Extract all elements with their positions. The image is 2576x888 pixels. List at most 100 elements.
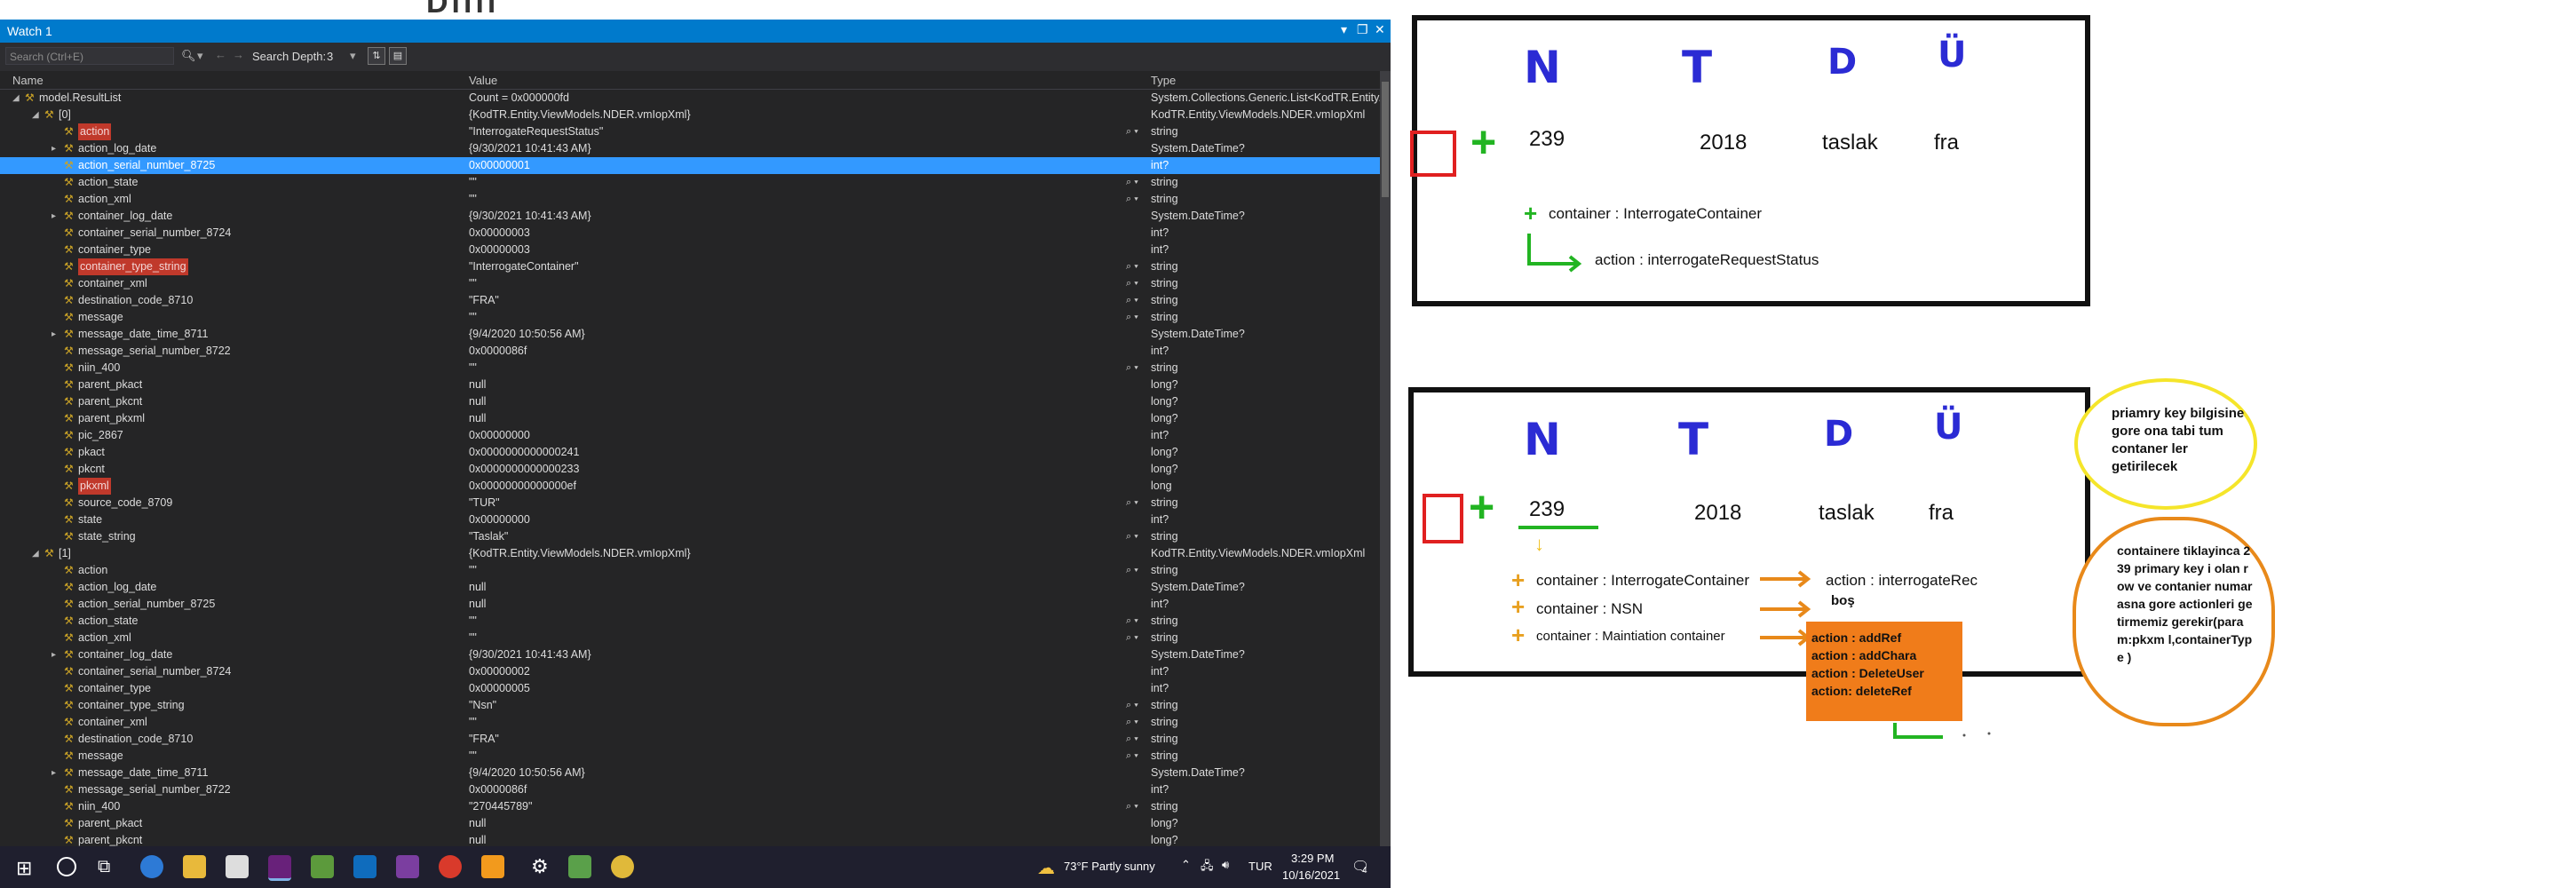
collapse-arrow-icon[interactable]: ◢ [12, 90, 20, 107]
expand-arrow-icon[interactable]: ▸ [52, 140, 56, 157]
watch-row[interactable]: ◢ ⚒ [1] {KodTR.Entity.ViewModels.NDER.vmIop… [0, 545, 1380, 562]
edge-icon[interactable] [140, 855, 163, 878]
search-circle-icon[interactable] [57, 857, 76, 876]
sublime-icon[interactable] [481, 855, 504, 878]
watch-row[interactable]: ▸ ⚒ action_log_date {9/30/2021 10:41:43 AM}… [0, 140, 1380, 157]
watch-row[interactable]: ⚒ action_serial_number_8725 null int? [0, 596, 1380, 613]
row-value[interactable]: null [469, 410, 486, 427]
row-value[interactable]: 0x0000000000000233 [469, 461, 579, 478]
search-depth-value[interactable]: 3 [327, 50, 333, 63]
watch-row[interactable]: ⚒ action "" ⌕ ▾ string [0, 562, 1380, 579]
settings-icon[interactable]: ⚙ [531, 855, 549, 878]
chrome-canary-icon[interactable] [611, 855, 634, 878]
restore-icon[interactable]: ❐ [1357, 22, 1368, 37]
watch-row[interactable]: ⚒ message "" ⌕ ▾ string [0, 309, 1380, 326]
task-view-icon[interactable]: ⧉ [98, 857, 110, 877]
row-value[interactable]: "" [469, 630, 477, 646]
visual-studio-icon[interactable] [268, 855, 291, 881]
watch-row[interactable]: ◢ ⚒ model.ResultList Count = 0x000000fd Syst… [0, 90, 1391, 107]
row-value[interactable]: "InterrogateRequestStatus" [469, 123, 603, 140]
outlook-icon[interactable] [353, 855, 376, 878]
store-icon[interactable] [226, 855, 249, 878]
watch-row[interactable]: ⚒ source_code_8709 "TUR" ⌕ ▾ string [0, 495, 1380, 511]
watch-row[interactable]: ⚒ container_type 0x00000003 int? [0, 242, 1380, 258]
text-visualizer-icon[interactable]: ⌕ ▾ [1126, 495, 1138, 511]
row-value[interactable]: "" [469, 309, 477, 326]
volume-icon[interactable]: 🔊︎ [1222, 858, 1229, 872]
watch-row[interactable]: ⚒ message_serial_number_8722 0x0000086f int… [0, 343, 1380, 360]
watch-row[interactable]: ▸ ⚒ container_log_date {9/30/2021 10:41:43 … [0, 208, 1380, 225]
row-value[interactable]: 0x00000000000000ef [469, 478, 576, 495]
row-value[interactable]: 0x00000002 [469, 663, 530, 680]
watch-row[interactable]: ⚒ pkact 0x0000000000000241 long? [0, 444, 1380, 461]
row-value[interactable]: "" [469, 275, 477, 292]
watch-row[interactable]: ⚒ niin_400 "" ⌕ ▾ string [0, 360, 1380, 377]
row-value[interactable]: "" [469, 360, 477, 377]
text-visualizer-icon[interactable]: ⌕ ▾ [1126, 309, 1138, 326]
row-value[interactable]: {9/30/2021 10:41:43 AM} [469, 208, 591, 225]
row-value[interactable]: null [469, 596, 486, 613]
row-value[interactable]: 0x00000000 [469, 427, 530, 444]
watch-row[interactable]: ⚒ container_serial_number_8724 0x00000003 i… [0, 225, 1380, 242]
forward-arrow-icon[interactable]: → [233, 48, 244, 61]
row-value[interactable]: 0x00000003 [469, 225, 530, 242]
dropdown-icon[interactable]: ▾ [1341, 22, 1347, 37]
row-value[interactable]: {9/4/2020 10:50:56 AM} [469, 765, 585, 781]
text-visualizer-icon[interactable]: ⌕ ▾ [1126, 714, 1138, 731]
text-visualizer-icon[interactable]: ⌕ ▾ [1126, 697, 1138, 714]
watch-row[interactable]: ⚒ state 0x00000000 int? [0, 511, 1380, 528]
text-visualizer-icon[interactable]: ⌕ ▾ [1126, 360, 1138, 377]
row-value[interactable]: "" [469, 748, 477, 765]
clock-time[interactable]: 3:29 PM [1291, 852, 1334, 865]
watch-row[interactable]: ▸ ⚒ message_date_time_8711 {9/4/2020 10:50:… [0, 326, 1380, 343]
onenote-icon[interactable] [396, 855, 419, 878]
column-name[interactable]: Name [12, 74, 44, 87]
row-value[interactable]: "" [469, 714, 477, 731]
row-value[interactable]: null [469, 393, 486, 410]
watch-row[interactable]: ⚒ container_type_string "Nsn" ⌕ ▾ string [0, 697, 1380, 714]
app-icon[interactable] [311, 855, 334, 878]
row-value[interactable]: "TUR" [469, 495, 500, 511]
row-value[interactable]: 0x00000000 [469, 511, 530, 528]
row-value[interactable]: {9/30/2021 10:41:43 AM} [469, 646, 591, 663]
watch-row[interactable]: ⚒ container_type_string "InterrogateContai… [0, 258, 1380, 275]
watch-row[interactable]: ⚒ action_serial_number_8725 0x00000001 int? [0, 157, 1380, 174]
watch-row[interactable]: ⚒ container_serial_number_8724 0x00000002 i… [0, 663, 1380, 680]
text-visualizer-icon[interactable]: ⌕ ▾ [1126, 174, 1138, 191]
chevron-up-icon[interactable]: ⌃ [1181, 858, 1191, 872]
language-indicator[interactable]: TUR [1248, 860, 1272, 873]
row-value[interactable]: 0x00000005 [469, 680, 530, 697]
column-value[interactable]: Value [469, 74, 497, 87]
expand-arrow-icon[interactable]: ▸ [52, 326, 56, 343]
row-value[interactable]: "" [469, 562, 477, 579]
text-visualizer-icon[interactable]: ⌕ ▾ [1126, 292, 1138, 309]
search-input[interactable]: Search (Ctrl+E) [5, 47, 174, 65]
sort-icon[interactable]: ⇅ [368, 47, 385, 65]
close-icon[interactable]: ✕ [1375, 22, 1385, 37]
row-value[interactable]: "FRA" [469, 731, 499, 748]
text-visualizer-icon[interactable]: ⌕ ▾ [1126, 191, 1138, 208]
watch-row[interactable]: ⚒ destination_code_8710 "FRA" ⌕ ▾ string [0, 731, 1380, 748]
search-depth-dropdown-icon[interactable]: ▾ [350, 49, 356, 63]
text-visualizer-icon[interactable]: ⌕ ▾ [1126, 528, 1138, 545]
collapse-arrow-icon[interactable]: ◢ [32, 107, 39, 123]
clock-date[interactable]: 10/16/2021 [1282, 868, 1340, 882]
back-arrow-icon[interactable]: ← [215, 48, 226, 61]
watch-row[interactable]: ▸ ⚒ message_date_time_8711 {9/4/2020 10:50:… [0, 765, 1380, 781]
watch-row[interactable]: ⚒ action_state "" ⌕ ▾ string [0, 174, 1380, 191]
row-value[interactable]: {KodTR.Entity.ViewModels.NDER.vmIopXml} [469, 107, 691, 123]
text-visualizer-icon[interactable]: ⌕ ▾ [1126, 562, 1138, 579]
row-value[interactable]: "" [469, 191, 477, 208]
text-visualizer-icon[interactable]: ⌕ ▾ [1126, 275, 1138, 292]
text-visualizer-icon[interactable]: ⌕ ▾ [1126, 731, 1138, 748]
row-value[interactable]: 0x00000003 [469, 242, 530, 258]
watch-row[interactable]: ⚒ pic_2867 0x00000000 int? [0, 427, 1380, 444]
text-visualizer-icon[interactable]: ⌕ ▾ [1126, 258, 1138, 275]
watch-row[interactable]: ⚒ action "InterrogateRequestStatus" ⌕ ▾ stri… [0, 123, 1380, 140]
expand-arrow-icon[interactable]: ▸ [52, 765, 56, 781]
watch-row[interactable]: ⚒ parent_pkcnt null long? [0, 393, 1380, 410]
watch-row[interactable]: ⚒ action_xml "" ⌕ ▾ string [0, 630, 1380, 646]
watch-row[interactable]: ⚒ destination_code_8710 "FRA" ⌕ ▾ string [0, 292, 1380, 309]
row-value[interactable]: {9/4/2020 10:50:56 AM} [469, 326, 585, 343]
collapse-arrow-icon[interactable]: ◢ [32, 545, 39, 562]
